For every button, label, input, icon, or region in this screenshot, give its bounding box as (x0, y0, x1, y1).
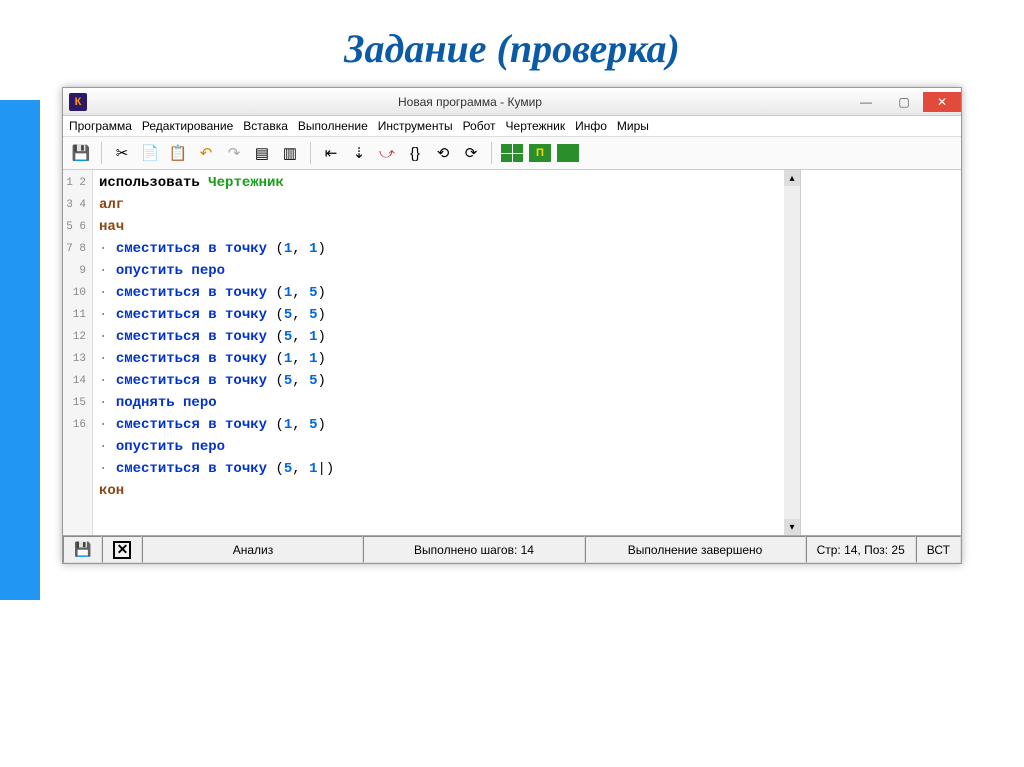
menu-edit[interactable]: Редактирование (142, 119, 233, 133)
redo-icon[interactable]: ↷ (222, 141, 246, 165)
cut-icon[interactable]: ✂ (110, 141, 134, 165)
slide-accent-bar (0, 100, 40, 600)
code-content[interactable]: использовать Чертежник алг нач · сместит… (93, 170, 784, 535)
slide-title: Задание (проверка) (0, 0, 1024, 87)
statusbar: 💾 ✕ Анализ Выполнено шагов: 14 Выполнени… (63, 535, 961, 563)
brace2-icon[interactable]: ⟲ (431, 141, 455, 165)
close-button[interactable]: ✕ (923, 92, 961, 112)
status-analysis[interactable]: Анализ (142, 536, 363, 563)
status-save-icon[interactable]: 💾 (63, 536, 102, 563)
separator (101, 142, 102, 164)
side-panel (801, 170, 961, 535)
status-steps: Выполнено шагов: 14 (363, 536, 584, 563)
brace1-icon[interactable]: {} (403, 141, 427, 165)
scroll-up-icon[interactable]: ▴ (784, 170, 800, 186)
work-area: 1 2 3 4 5 6 7 8 9 10 11 12 13 14 15 16 и… (63, 170, 961, 535)
undo-icon[interactable]: ↶ (194, 141, 218, 165)
save-icon[interactable]: 💾 (69, 141, 93, 165)
menu-run[interactable]: Выполнение (298, 119, 368, 133)
menubar: Программа Редактирование Вставка Выполне… (63, 116, 961, 137)
app-window: К Новая программа - Кумир — ▢ ✕ Программ… (62, 87, 962, 564)
maximize-button[interactable]: ▢ (885, 92, 923, 112)
menu-drawer[interactable]: Чертежник (506, 119, 566, 133)
doc2-icon[interactable]: ▥ (278, 141, 302, 165)
code-editor[interactable]: 1 2 3 4 5 6 7 8 9 10 11 12 13 14 15 16 и… (63, 170, 801, 535)
scroll-down-icon[interactable]: ▾ (784, 519, 800, 535)
window-title: Новая программа - Кумир (93, 95, 847, 109)
doc1-icon[interactable]: ▤ (250, 141, 274, 165)
run-icon[interactable]: ⤻ (375, 141, 399, 165)
grid-solid-icon[interactable] (556, 141, 580, 165)
menu-program[interactable]: Программа (69, 119, 132, 133)
copy-icon[interactable]: 📄 (138, 141, 162, 165)
status-position: Стр: 14, Поз: 25 (806, 536, 916, 563)
menu-info[interactable]: Инфо (575, 119, 607, 133)
status-done: Выполнение завершено (585, 536, 806, 563)
status-mode: ВСТ (916, 536, 961, 563)
brace3-icon[interactable]: ⟳ (459, 141, 483, 165)
separator (310, 142, 311, 164)
step-back-icon[interactable]: ⇤ (319, 141, 343, 165)
menu-robot[interactable]: Робот (463, 119, 496, 133)
menu-insert[interactable]: Вставка (243, 119, 288, 133)
scrollbar[interactable]: ▴ ▾ (784, 170, 800, 535)
menu-tools[interactable]: Инструменты (378, 119, 453, 133)
grid-icon[interactable] (500, 141, 524, 165)
toolbar: 💾 ✂ 📄 📋 ↶ ↷ ▤ ▥ ⇤ ⇣ ⤻ {} ⟲ ⟳ П (63, 137, 961, 170)
app-icon: К (69, 93, 87, 111)
grid-pi-icon[interactable]: П (528, 141, 552, 165)
titlebar[interactable]: К Новая программа - Кумир — ▢ ✕ (63, 88, 961, 116)
minimize-button[interactable]: — (847, 92, 885, 112)
paste-icon[interactable]: 📋 (166, 141, 190, 165)
line-gutter: 1 2 3 4 5 6 7 8 9 10 11 12 13 14 15 16 (63, 170, 93, 535)
separator (491, 142, 492, 164)
menu-worlds[interactable]: Миры (617, 119, 649, 133)
step-in-icon[interactable]: ⇣ (347, 141, 371, 165)
status-close-icon[interactable]: ✕ (102, 536, 142, 563)
